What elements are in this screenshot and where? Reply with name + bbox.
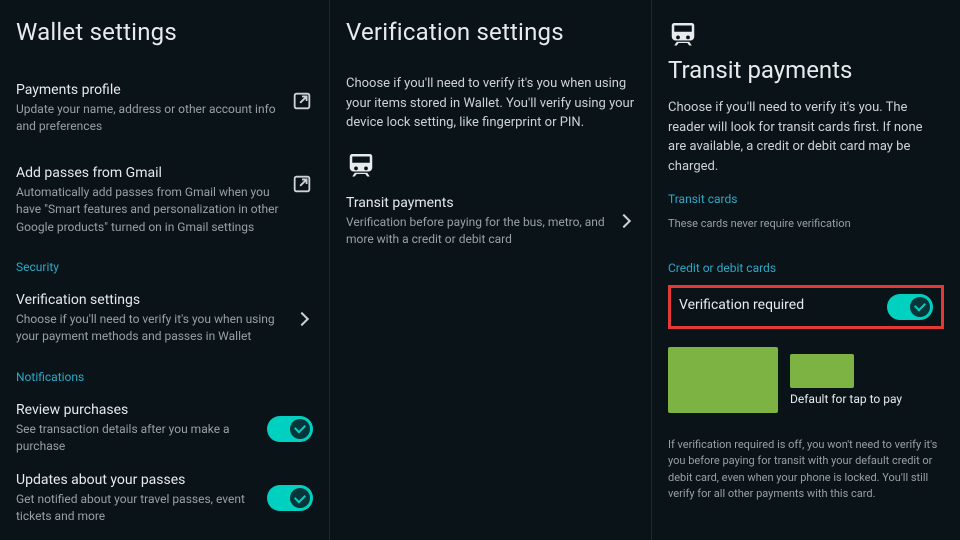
wallet-settings-title: Wallet settings [16,18,313,46]
verification-required-highlight: Verification required [668,285,944,329]
verification-settings-item[interactable]: Verification settings Choose if you'll n… [16,284,313,354]
item-text: Review purchases See transaction details… [16,402,267,456]
default-tap-label: Default for tap to pay [790,392,902,406]
item-title: Verification settings [16,292,289,308]
payments-profile-item[interactable]: Payments profile Update your name, addre… [16,74,313,144]
updates-passes-item[interactable]: Updates about your passes Get notified a… [16,464,313,534]
item-title: Updates about your passes [16,472,259,488]
transit-payments-item[interactable]: Transit payments Verification before pay… [346,187,635,257]
item-text: Payments profile Update your name, addre… [16,82,291,136]
security-section-label: Security [16,260,313,274]
item-title: Review purchases [16,402,259,418]
chevron-right-icon [295,312,309,326]
review-purchases-item[interactable]: Review purchases See transaction details… [16,394,313,464]
wallet-settings-panel: Wallet settings Payments profile Update … [0,0,330,540]
item-text: Add passes from Gmail Automatically add … [16,165,291,236]
item-sub: Get notified about your travel passes, e… [16,491,259,526]
card-small-icon [790,354,854,388]
verification-desc: Choose if you'll need to verify it's you… [346,74,635,133]
default-card-row: Default for tap to pay [668,347,944,413]
chevron-right-icon [617,214,631,228]
credit-debit-label: Credit or debit cards [668,261,944,275]
verification-required-toggle[interactable] [887,294,933,320]
card-stack: Default for tap to pay [790,354,902,406]
transit-payments-panel: Transit payments Choose if you'll need t… [652,0,960,540]
item-title: Transit payments [346,195,611,211]
item-text: Updates about your passes Get notified a… [16,472,267,526]
item-title: Add passes from Gmail [16,165,283,181]
transit-payments-title: Transit payments [668,56,944,84]
verification-required-label: Verification required [679,297,804,313]
transit-icon [668,18,698,48]
transit-payments-desc: Choose if you'll need to verify it's you… [668,98,944,176]
verification-settings-panel: Verification settings Choose if you'll n… [330,0,652,540]
card-large-icon [668,347,778,413]
transit-footer-note: If verification required is off, you won… [668,437,944,503]
gmail-passes-item[interactable]: Add passes from Gmail Automatically add … [16,157,313,244]
item-sub: See transaction details after you make a… [16,421,259,456]
item-sub: Automatically add passes from Gmail when… [16,184,283,236]
updates-passes-toggle[interactable] [267,485,313,511]
verification-settings-title: Verification settings [346,18,635,46]
item-sub: Choose if you'll need to verify it's you… [16,311,289,346]
open-external-icon [291,90,313,112]
item-text: Verification settings Choose if you'll n… [16,292,297,346]
item-text: Transit payments Verification before pay… [346,195,619,249]
item-title: Payments profile [16,82,283,98]
item-sub: Verification before paying for the bus, … [346,214,611,249]
transit-icon [346,149,376,179]
transit-cards-label: Transit cards [668,192,944,206]
notifications-section-label: Notifications [16,370,313,384]
review-purchases-toggle[interactable] [267,416,313,442]
transit-cards-sub: These cards never require verification [668,216,944,233]
item-sub: Update your name, address or other accou… [16,101,283,136]
open-external-icon [291,173,313,195]
